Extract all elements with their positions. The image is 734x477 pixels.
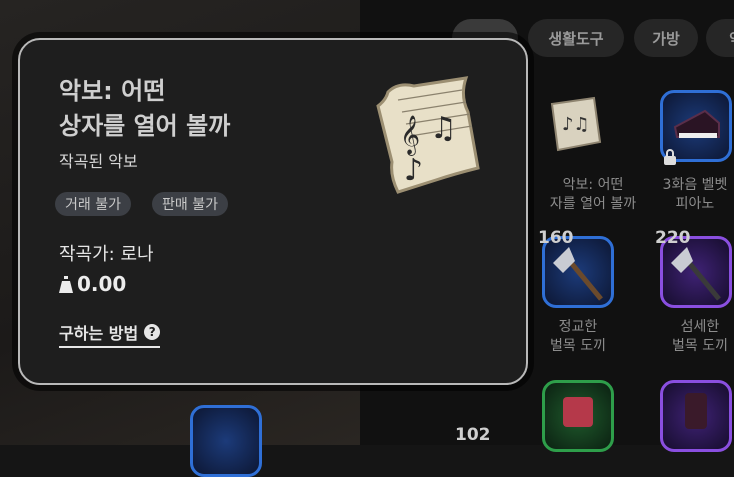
tab-label: 가방 [652,29,680,48]
slot-count: 160 [538,228,574,248]
item-subtitle: 작곡된 악보 [59,152,138,171]
tab-label: 악 [729,28,734,49]
slot-name-axe-purple: 섬세한 벌목 도끼 [672,319,728,354]
item-tooltip: 악보: 어떤 상자를 열어 볼까 작곡된 악보 거래 불가 판매 불가 작곡가:… [18,38,528,385]
tab-life-tools[interactable]: 생활도구 [528,19,624,57]
how-to-get-label: 구하는 방법 [59,324,139,343]
how-to-get-link[interactable]: 구하는 방법 ? [59,320,161,348]
question-circle-icon: ? [144,324,161,340]
axe-icon [553,247,603,301]
tab-label: 생활도구 [548,29,604,48]
axe-icon [671,247,721,301]
sheet-music-icon: 𝄞 ♫ ♪ [376,76,480,194]
weight-icon [59,275,73,293]
item-title-line2: 상자를 열어 볼까 [59,112,231,140]
inventory-slot-piano[interactable] [660,90,732,165]
inventory-slot-chair-green[interactable] [542,380,614,452]
badge-no-sale: 판매 불가 [152,192,228,216]
slot-count: 102 [455,425,491,445]
svg-text:𝄞: 𝄞 [400,115,420,156]
slot-name-axe-blue: 정교한 벌목 도끼 [550,319,606,354]
chair-icon [563,397,593,427]
inventory-slot-chair-purple[interactable] [660,380,732,452]
inventory-slot-bottom-left[interactable] [190,405,262,477]
item-composer: 작곡가: 로나 [59,244,154,265]
slot-count: 220 [655,228,691,248]
slot-name-piano: 3화음 벨벳 피아노 [662,177,728,212]
slot-name-sheet-music: 악보: 어떤 자를 열어 볼까 [549,177,637,212]
item-price: 0.00 [59,272,126,296]
svg-text:♪♫: ♪♫ [562,114,590,135]
item-price-value: 0.00 [77,272,127,296]
svg-text:♫: ♫ [430,111,457,146]
inventory-slot-sheet-music[interactable]: ♪♫ [542,92,614,164]
sheet-music-icon: ♪♫ [550,96,602,152]
chair-icon [685,393,707,429]
tab-bag[interactable]: 가방 [634,19,698,57]
svg-text:♪: ♪ [404,153,423,188]
item-title-line1: 악보: 어떤 [59,77,166,105]
lock-icon [664,149,676,165]
badge-no-trade: 거래 불가 [55,192,131,216]
item-title: 악보: 어떤 상자를 열어 볼까 [59,74,230,144]
